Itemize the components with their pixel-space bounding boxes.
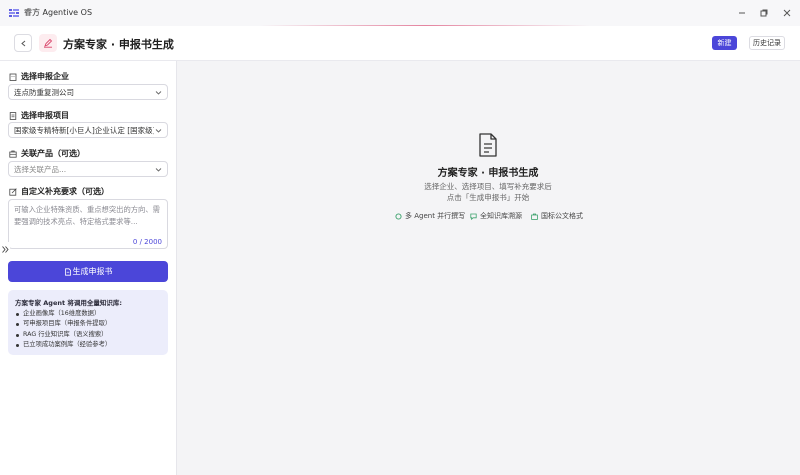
company-label-text: 选择申报企业 [21,72,69,81]
chevron-left-icon [20,40,25,46]
product-label-text: 关联产品（可选） [21,149,85,158]
product-label: 关联产品（可选） [9,148,85,159]
feature-multi-agent: 多 Agent 并行撰写 [395,211,465,221]
chevron-down-icon [155,129,162,133]
circle-icon [395,212,402,220]
page-header: 方案专家 · 申报书生成 新建 历史记录 [0,26,800,61]
custom-label: 自定义补充要求（可选） [9,186,109,197]
page-title: 方案专家 · 申报书生成 [63,38,174,51]
new-button[interactable]: 新建 [712,36,737,50]
document-icon [9,111,17,120]
double-chevron-right-icon [1,245,9,253]
close-icon [783,9,791,17]
minimize-button[interactable] [733,4,751,22]
project-select-value: 国家级专精特新[小巨人]企业认定 [国家级] [14,125,154,135]
restore-icon [760,9,768,17]
chevron-down-icon [155,91,162,95]
company-select[interactable]: 连点防重复测公司 [8,84,168,100]
chat-icon [470,213,477,220]
document-icon [64,267,71,276]
chevron-down-icon [155,168,162,172]
app-logo-icon [9,9,19,17]
list-item: 已立项成功案例库（经验参考） [15,340,111,350]
product-select[interactable]: 选择关联产品... [8,161,168,177]
title-bar: 睿方 Agentive OS [0,0,800,26]
custom-label-text: 自定义补充要求（可选） [21,187,109,196]
back-button[interactable] [14,34,32,52]
char-counter: 0 / 2000 [132,238,162,246]
app-title: 睿方 Agentive OS [24,8,93,17]
generate-button[interactable]: 生成申报书 [8,261,168,282]
restore-button[interactable] [755,4,773,22]
custom-requirements-input[interactable]: 可输入企业特殊资质、重点想突出的方向、需要强调的技术亮点、特定格式要求等... … [8,199,168,249]
feature-label: 多 Agent 并行撰写 [405,212,466,220]
project-label-text: 选择申报项目 [21,111,69,120]
expand-sidebar-button[interactable] [0,242,10,256]
history-button[interactable]: 历史记录 [749,36,785,50]
close-window-button[interactable] [778,4,796,22]
list-item: 可申报项目库（申报条件提取） [15,319,111,329]
info-title: 方案专家 Agent 将调用全量知识库: [15,299,122,307]
project-label: 选择申报项目 [9,110,69,121]
box-icon [9,150,17,158]
sidebar-panel: 选择申报企业 连点防重复测公司 选择申报项目 国家级专精特新[小巨人]企业认定 … [0,61,177,475]
briefcase-icon [531,213,538,220]
knowledge-info-box: 方案专家 Agent 将调用全量知识库: 企业画像库（16维度数据） 可申报项目… [8,290,168,355]
company-label: 选择申报企业 [9,71,69,82]
empty-desc-line-2: 点击「生成申报书」开始 [446,193,530,202]
empty-state-description: 选择企业、选择项目、填写补充要求后 点击「生成申报书」开始 [360,181,616,203]
feature-label: 全知识库溯源 [480,212,522,220]
generate-button-label: 生成申报书 [72,267,113,276]
product-select-placeholder: 选择关联产品... [14,164,67,174]
empty-state-title: 方案专家 · 申报书生成 [437,168,539,179]
document-icon [479,133,497,157]
company-select-value: 连点防重复测公司 [14,87,74,97]
custom-requirements-placeholder: 可输入企业特殊资质、重点想突出的方向、需要强调的技术亮点、特定格式要求等... [14,205,160,226]
building-icon [9,73,17,81]
project-select[interactable]: 国家级专精特新[小巨人]企业认定 [国家级] [8,122,168,138]
feature-knowledge-trace: 全知识库溯源 [470,211,522,221]
empty-desc-line-1: 选择企业、选择项目、填写补充要求后 [424,182,552,191]
page-icon [39,34,57,52]
feature-label: 国标公文格式 [541,212,583,220]
list-item: 企业画像库（16维度数据） [15,309,111,319]
feature-national-format: 国标公文格式 [531,211,583,221]
knowledge-list: 企业画像库（16维度数据） 可申报项目库（申报条件提取） RAG 行业知识库（语… [15,309,111,350]
list-item: RAG 行业知识库（语义搜索） [15,330,111,340]
pen-icon [44,38,53,48]
minimize-icon [739,12,745,14]
edit-icon [9,187,17,196]
